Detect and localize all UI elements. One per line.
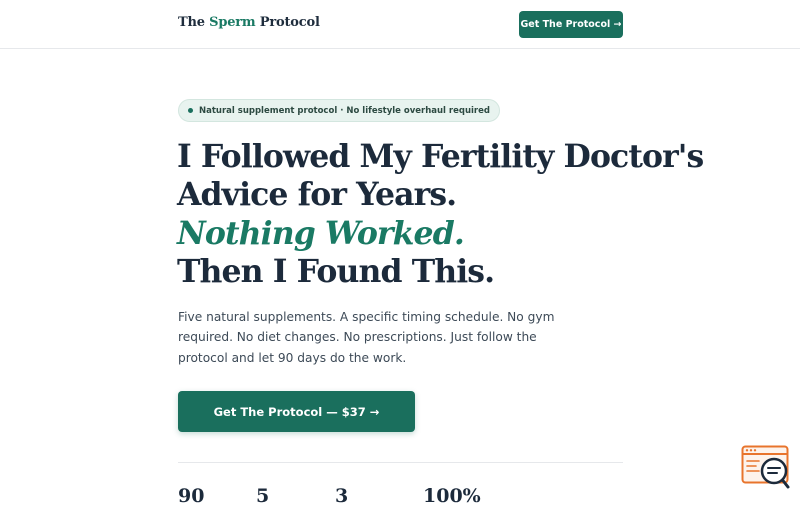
top-navigation-bar: The Sperm Protocol Get The Protocol → [0,0,800,49]
stat-value: 5 [256,485,270,507]
stats-divider [178,462,623,463]
hero-badge: Natural supplement protocol · No lifesty… [178,99,500,122]
stats-row: 90 5 3 100% [178,485,623,507]
hero-get-protocol-button[interactable]: Get The Protocol — $37 → [178,391,415,432]
hero-subtext: Five natural supplements. A specific tim… [178,310,555,365]
hero-headline: I Followed My Fertility Doctor's Advice … [177,138,704,291]
stat-value: 100% [423,485,481,507]
headline-line-2: Advice for Years. [177,176,457,214]
headline-line-1: I Followed My Fertility Doctor's [177,138,704,175]
stat-value: 90 [178,485,205,507]
headline-line-3-italic: Nothing Worked. [177,214,465,252]
chat-search-icon [741,445,790,489]
logo-text-accent: Sperm [209,15,256,30]
header-get-protocol-button[interactable]: Get The Protocol → [519,11,623,38]
badge-dot-icon [188,108,193,113]
badge-text: Natural supplement protocol · No lifesty… [199,105,490,116]
site-logo[interactable]: The Sperm Protocol [178,15,320,30]
stat-value: 3 [335,485,349,507]
logo-text-suffix: Protocol [255,15,320,30]
headline-line-4: Then I Found This. [177,252,495,290]
logo-text-prefix: The [178,15,210,30]
chat-widget-button[interactable] [741,445,791,491]
